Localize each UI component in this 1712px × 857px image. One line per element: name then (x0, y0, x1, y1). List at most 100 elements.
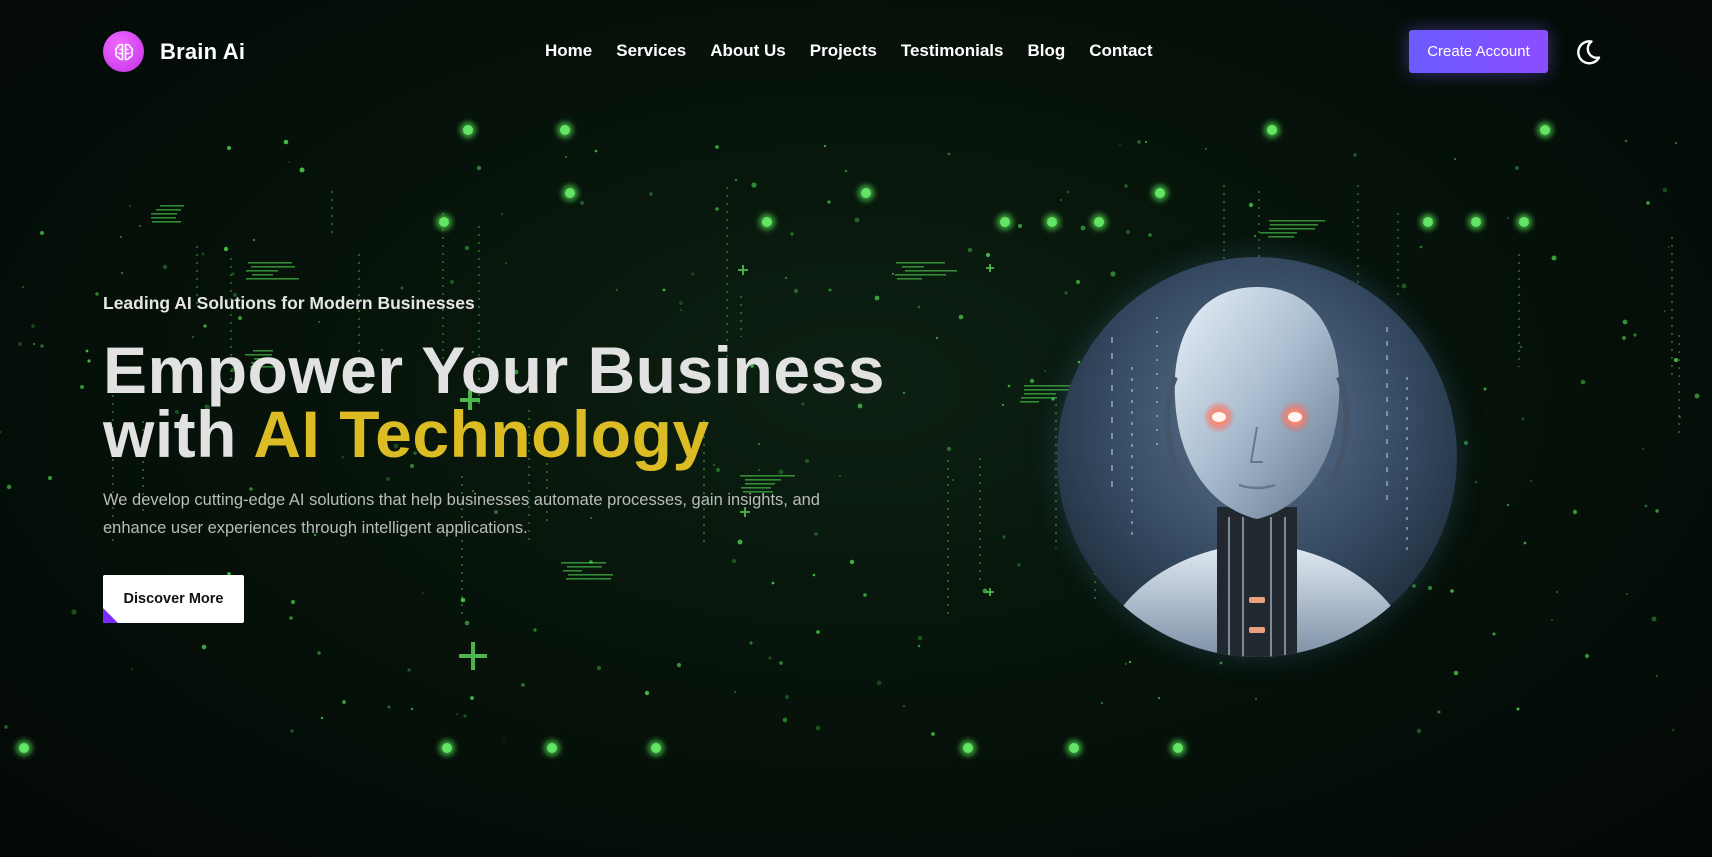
particle-dot (1002, 535, 1006, 539)
particle-dot (290, 599, 296, 605)
create-account-button[interactable]: Create Account (1409, 30, 1548, 73)
particle-dot (1651, 616, 1657, 622)
code-snippet-line (151, 213, 177, 215)
particle-dot (1018, 224, 1022, 228)
particle-dot (854, 217, 860, 223)
particle-dot (917, 305, 921, 309)
particle-dot (1633, 333, 1637, 337)
particle-dot (931, 732, 935, 736)
particle-dot (1551, 255, 1557, 261)
plus-sparkle (738, 265, 748, 275)
brand-name: Brain Ai (160, 38, 246, 64)
particle-dot (565, 156, 567, 158)
particle-dot (1416, 728, 1422, 734)
main-nav: Home Services About Us Projects Testimon… (545, 38, 1153, 64)
particle-dot (95, 292, 99, 296)
particle-dot (1051, 397, 1055, 401)
particle-dot (120, 271, 124, 275)
particle-dot (952, 479, 954, 481)
particle-dot (1029, 378, 1035, 384)
nav-home[interactable]: Home (545, 38, 592, 64)
particle-dot (790, 232, 794, 236)
particle-dot (861, 188, 871, 198)
nav-projects[interactable]: Projects (810, 38, 877, 64)
particle-dot (731, 558, 737, 564)
particle-dot (594, 149, 598, 153)
particle-dot (1572, 509, 1578, 515)
particle-dot (1419, 245, 1423, 249)
particle-dot (1401, 283, 1407, 289)
particle-dot (120, 236, 122, 238)
particle-dot (1267, 125, 1277, 135)
particle-dot (1454, 158, 1456, 160)
particle-dot (223, 246, 229, 252)
code-snippet-line (151, 217, 176, 219)
particle-glow (1468, 214, 1484, 230)
particle-dot (917, 635, 923, 641)
moon-icon[interactable] (1572, 36, 1604, 68)
particle-dot (1626, 593, 1628, 595)
particle-dot (131, 668, 133, 670)
particle-dot (521, 683, 525, 687)
particle-dot (1173, 743, 1183, 753)
particle-dot (17, 341, 23, 347)
particle-dot (1248, 202, 1254, 208)
particle-dot (1075, 279, 1081, 285)
nav-testimonials[interactable]: Testimonials (901, 38, 1004, 64)
particle-dot (715, 207, 719, 211)
particle-dot (231, 272, 235, 276)
nav-services[interactable]: Services (616, 38, 686, 64)
particle-dot (1515, 166, 1519, 170)
nav-contact[interactable]: Contact (1089, 38, 1152, 64)
code-snippet-line (897, 278, 922, 280)
particle-glow (1091, 214, 1107, 230)
particle-dot (1506, 503, 1510, 507)
particle-dot (565, 188, 575, 198)
particle-dot (238, 316, 242, 320)
particle-glow (1044, 214, 1060, 230)
particle-dot (823, 144, 827, 148)
particle-dot (1126, 230, 1130, 234)
brain-icon (103, 31, 144, 72)
code-snippet-line (567, 566, 602, 568)
particle-dot (1007, 384, 1011, 388)
discover-more-button[interactable]: Discover More (103, 575, 244, 623)
particle-dot (1642, 448, 1644, 450)
particle-dot (226, 145, 232, 151)
particle-dot (1423, 217, 1433, 227)
particle-glow (439, 740, 455, 756)
particle-dot (778, 469, 784, 475)
particle-dot (1471, 217, 1481, 227)
particle-dot (1205, 148, 1207, 150)
particle-dot (1124, 662, 1128, 666)
particle-dot (1584, 653, 1590, 659)
particle-dot (892, 273, 894, 275)
site-header: Brain Ai Home Services About Us Projects… (0, 0, 1712, 102)
particle-dot (410, 707, 414, 711)
particle-dot (449, 279, 455, 285)
code-snippet-line (745, 479, 781, 481)
particle-dot (503, 738, 505, 740)
particle-dot (758, 469, 760, 471)
particle-dot (0, 430, 2, 434)
particle-dot (771, 581, 775, 585)
brand-logo-link[interactable]: Brain Ai (103, 31, 245, 72)
particle-dot (651, 743, 661, 753)
nav-blog[interactable]: Blog (1027, 38, 1065, 64)
particle-dot (407, 668, 411, 672)
particle-dot (903, 392, 905, 394)
particle-dot (1437, 710, 1441, 714)
nav-about-us[interactable]: About Us (710, 38, 786, 64)
particle-dot (463, 125, 473, 135)
particle-glow (16, 740, 32, 756)
particle-glow (648, 740, 664, 756)
code-snippet-line (563, 570, 582, 572)
particle-dot (85, 349, 89, 353)
particle-dot (716, 468, 720, 472)
particle-dot (874, 295, 880, 301)
particle-dot (252, 238, 256, 242)
hero-headline: Empower Your Business with AI Technology (103, 337, 885, 467)
particle-dot (1644, 504, 1648, 508)
particle-dot (1066, 190, 1070, 194)
code-snippet-line (1269, 228, 1315, 230)
